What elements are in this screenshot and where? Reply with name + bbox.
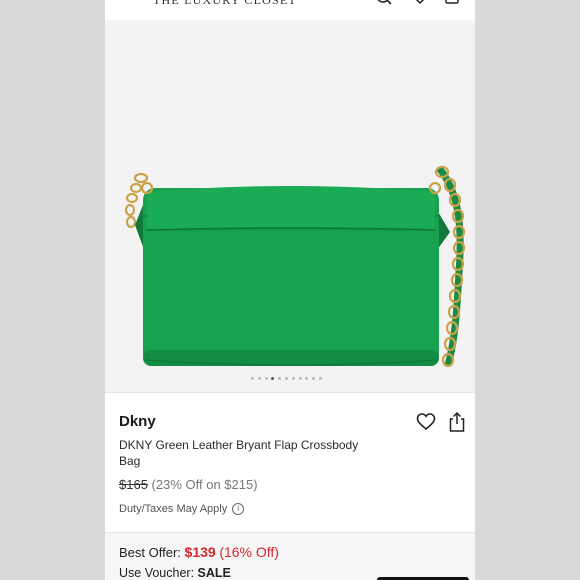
gallery-dot[interactable] (251, 376, 254, 380)
gallery-dot[interactable] (264, 376, 268, 380)
best-offer-row: Best Offer: $139 (16% Off) (119, 544, 279, 560)
search-icon[interactable] (375, 0, 393, 6)
gallery-dot[interactable] (298, 376, 302, 380)
gallery-dot[interactable] (312, 376, 316, 380)
voucher-label: Use Voucher: (119, 566, 195, 580)
wishlist-heart-icon[interactable] (416, 412, 436, 432)
gallery-dot[interactable] (278, 376, 282, 380)
duty-taxes-row[interactable]: Duty/Taxes May Apply i (119, 503, 245, 515)
product-image (124, 165, 466, 368)
bag-icon[interactable] (443, 0, 461, 6)
best-offer-percent: (16% Off) (219, 544, 279, 560)
duty-taxes-label: Duty/Taxes May Apply (119, 503, 228, 515)
price-row: $165 (23% Off on $215) (119, 477, 258, 492)
bag-flap (146, 186, 436, 231)
voucher-code[interactable]: SALE (198, 566, 231, 580)
brand-name[interactable]: Dkny (119, 413, 156, 430)
section-divider (105, 392, 475, 393)
best-offer-label: Best Offer: (119, 545, 181, 560)
product-page: THE LUXURY CLOSET Dkny DKNY Green Leathe… (105, 0, 475, 580)
heart-icon[interactable] (411, 0, 429, 6)
original-price: $165 (119, 477, 148, 492)
site-logo[interactable]: THE LUXURY CLOSET (153, 0, 297, 8)
best-offer-price: $139 (184, 544, 216, 560)
gallery-pagination[interactable] (251, 375, 331, 381)
chain-strap-right (434, 165, 466, 368)
gallery-dot[interactable] (257, 376, 261, 380)
product-title: DKNY Green Leather Bryant Flap Crossbody… (119, 438, 359, 468)
gallery-dot[interactable] (291, 376, 295, 380)
gallery-dot[interactable] (271, 376, 275, 380)
discount-note: (23% Off on $215) (151, 477, 258, 492)
gallery-dot[interactable] (284, 376, 288, 380)
gallery-dot[interactable] (318, 376, 322, 380)
info-icon[interactable]: i (232, 503, 245, 515)
top-navigation-bar: THE LUXURY CLOSET (105, 0, 475, 20)
offer-panel: Best Offer: $139 (16% Off) Use Voucher: … (105, 532, 475, 580)
product-image-gallery[interactable] (105, 20, 475, 392)
voucher-row: Use Voucher: SALE (119, 566, 231, 580)
share-icon[interactable] (448, 411, 466, 433)
menu-icon[interactable] (115, 0, 131, 1)
gallery-dot[interactable] (305, 376, 309, 380)
